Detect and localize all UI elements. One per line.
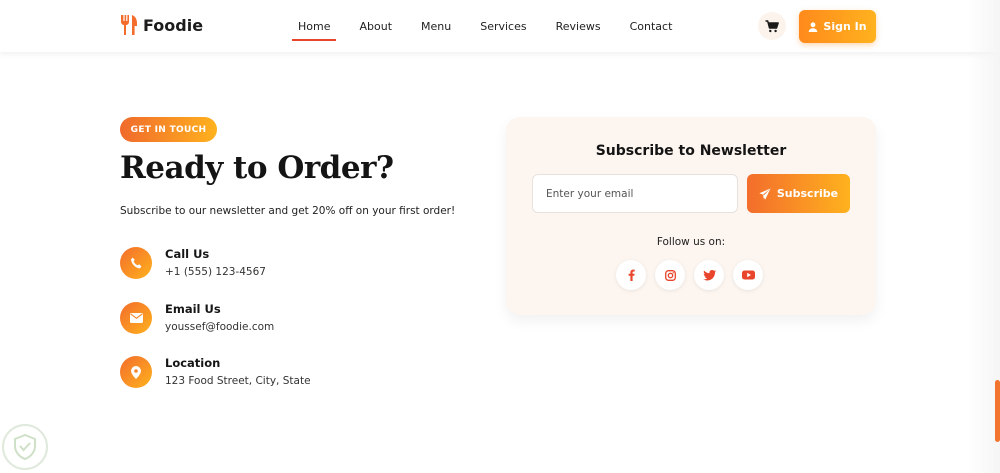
social-links (616, 260, 763, 290)
youtube-icon (741, 270, 755, 280)
contact-value: +1 (555) 123-4567 (165, 266, 266, 278)
newsletter-title: Subscribe to Newsletter (595, 143, 787, 159)
cart-icon (765, 19, 779, 32)
cart-button[interactable] (758, 12, 786, 40)
contact-item-phone: Call Us +1 (555) 123-4567 (120, 247, 450, 287)
phone-icon (120, 247, 152, 279)
twitter-icon (702, 269, 716, 280)
section-badge: GET IN TOUCH (120, 117, 217, 142)
user-icon (809, 21, 818, 32)
email-input[interactable] (532, 174, 738, 213)
facebook-link[interactable] (616, 260, 646, 290)
nav-link-contact[interactable]: Contact (618, 0, 685, 52)
paper-plane-icon (759, 187, 771, 200)
nav-links: Home About Menu Services Reviews Contact (286, 0, 689, 52)
contact-title: Email Us (165, 302, 221, 316)
subscribe-label: Subscribe (776, 187, 839, 200)
contact-title: Location (165, 356, 221, 370)
follow-label: Follow us on: (656, 236, 726, 248)
contact-title: Call Us (165, 247, 210, 261)
utensils-icon (121, 15, 137, 35)
nav-link-about[interactable]: About (347, 0, 404, 52)
instagram-link[interactable] (655, 260, 685, 290)
scrollbar-thumb[interactable] (995, 380, 1000, 442)
contact-value: 123 Food Street, City, State (165, 375, 311, 387)
sign-in-button[interactable]: Sign In (799, 10, 876, 43)
envelope-icon (120, 302, 152, 334)
shield-icon (2, 424, 48, 470)
contact-item-email: Email Us youssef@foodie.com (120, 302, 450, 342)
contact-item-location: Location 123 Food Street, City, State (120, 356, 450, 396)
twitter-link[interactable] (694, 260, 724, 290)
nav-link-menu[interactable]: Menu (409, 0, 463, 52)
brand-name: Foodie (143, 15, 204, 35)
sign-in-label: Sign In (823, 20, 867, 33)
youtube-link[interactable] (733, 260, 763, 290)
instagram-icon (664, 269, 676, 281)
newsletter-card: Subscribe to Newsletter Subscribe Follow… (506, 117, 876, 315)
section-subtitle: Subscribe to our newsletter and get 20% … (120, 205, 456, 217)
brand-logo[interactable]: Foodie (120, 14, 203, 36)
section-title: Ready to Order? (120, 150, 394, 186)
subscribe-button[interactable]: Subscribe (747, 174, 850, 213)
navbar: Foodie Home About Menu Services Reviews … (0, 0, 1000, 52)
contact-value: youssef@foodie.com (165, 321, 275, 333)
facebook-icon (628, 269, 635, 281)
map-pin-icon (120, 356, 152, 388)
nav-link-home[interactable]: Home (286, 0, 342, 52)
nav-link-reviews[interactable]: Reviews (544, 0, 613, 52)
nav-link-services[interactable]: Services (468, 0, 538, 52)
